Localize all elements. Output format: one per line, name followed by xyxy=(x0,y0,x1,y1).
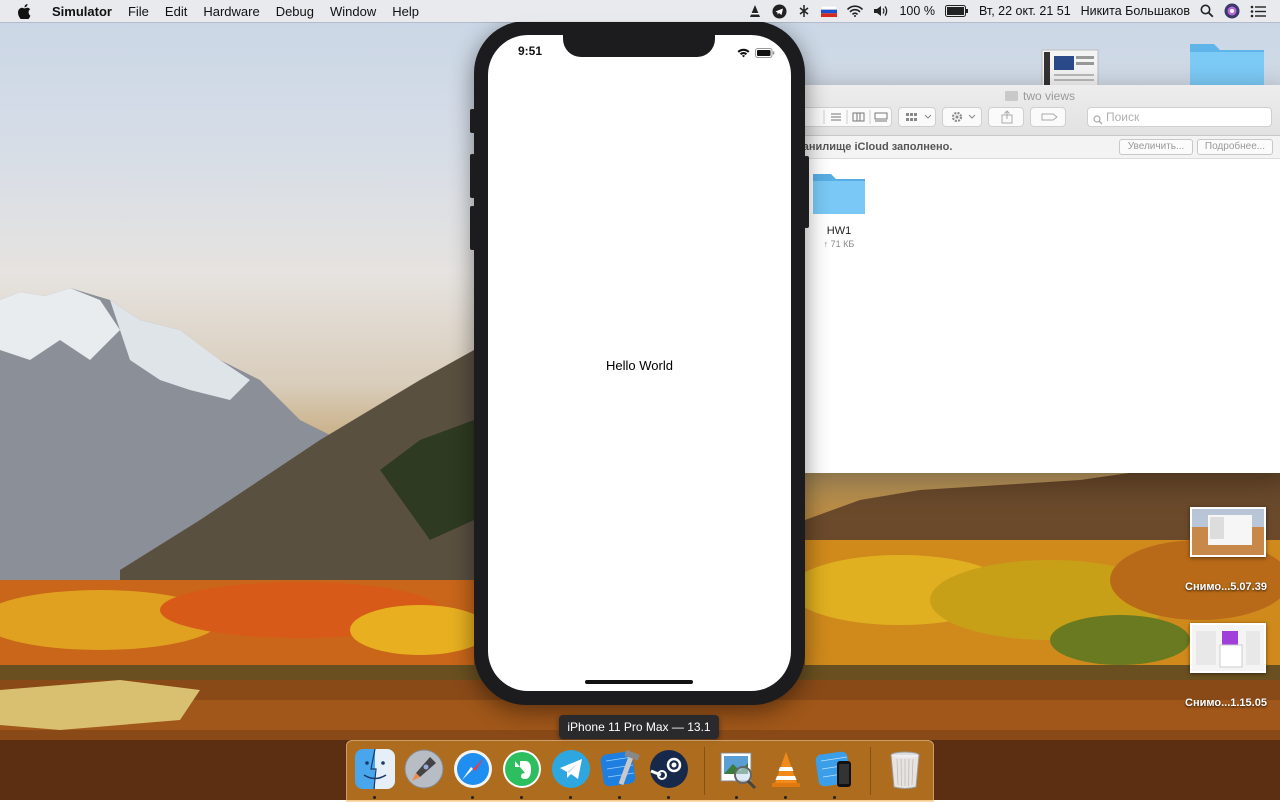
wifi-icon[interactable] xyxy=(842,5,868,17)
running-indicator xyxy=(833,796,836,799)
xcode-icon[interactable] xyxy=(598,747,642,791)
telegram-icon[interactable] xyxy=(549,747,593,791)
view-mode-segmented[interactable] xyxy=(800,107,892,127)
finder-title-text: two views xyxy=(1022,89,1075,103)
menu-edit[interactable]: Edit xyxy=(157,4,195,19)
icloud-storage-banner: ранилище iCloud заполнено. Увеличить... … xyxy=(790,136,1280,159)
dock-separator xyxy=(870,747,871,795)
hello-world-label: Hello World xyxy=(606,358,673,373)
side-button[interactable] xyxy=(804,156,809,228)
finder-window: two views Поиск ранилище iCloud заполнен… xyxy=(790,85,1280,473)
menu-bar: Simulator File Edit Hardware Debug Windo… xyxy=(0,0,1280,22)
finder-title: two views xyxy=(790,89,1280,103)
folder-item-name: HW1 xyxy=(826,225,852,237)
folder-item[interactable]: HW1 ↑ 71 КБ xyxy=(810,170,868,249)
menu-window[interactable]: Window xyxy=(322,4,384,19)
running-indicator xyxy=(520,796,523,799)
group-by-button[interactable] xyxy=(898,107,936,127)
tag-button[interactable] xyxy=(1030,107,1066,127)
finder-toolbar: two views Поиск xyxy=(790,85,1280,136)
dock-separator xyxy=(704,747,705,795)
telegram-status-icon[interactable] xyxy=(767,4,792,19)
icloud-message: ранилище iCloud заполнено. xyxy=(796,141,953,153)
battery-icon xyxy=(755,45,775,63)
running-indicator xyxy=(373,796,376,799)
running-indicator xyxy=(784,796,787,799)
running-indicator xyxy=(618,796,621,799)
menubar-datetime[interactable]: Вт, 22 окт. 21 51 xyxy=(974,4,1076,18)
evernote-icon[interactable] xyxy=(500,747,544,791)
vlc-status-icon[interactable] xyxy=(743,4,767,18)
dock xyxy=(346,740,934,802)
apple-menu-icon[interactable] xyxy=(18,3,32,19)
status-bar-time: 9:51 xyxy=(518,44,543,58)
spotlight-search-icon[interactable] xyxy=(1195,4,1219,18)
folder-icon xyxy=(813,174,865,214)
running-indicator xyxy=(735,796,738,799)
simulator-screen[interactable]: 9:51 Hello World xyxy=(488,35,791,691)
mute-switch[interactable] xyxy=(470,109,475,133)
home-indicator[interactable] xyxy=(585,680,693,684)
safari-icon[interactable] xyxy=(451,747,495,791)
volume-up-button[interactable] xyxy=(470,154,475,198)
battery-percent[interactable]: 100 % xyxy=(894,4,939,18)
iphone-simulator-device: 9:51 Hello World xyxy=(470,21,809,705)
volume-down-button[interactable] xyxy=(470,206,475,250)
action-gear-button[interactable] xyxy=(942,107,982,127)
desktop-screenshot-thumbnail[interactable] xyxy=(1190,507,1266,557)
launchpad-icon[interactable] xyxy=(402,747,446,791)
share-button[interactable] xyxy=(988,107,1024,127)
desktop-item-label[interactable]: Снимо...5.07.39 xyxy=(1176,581,1276,593)
icloud-more-button[interactable]: Подробнее... xyxy=(1197,139,1273,155)
folder-item-size: ↑ 71 КБ xyxy=(823,239,855,249)
preview-icon[interactable] xyxy=(715,747,759,791)
steam-icon[interactable] xyxy=(647,747,691,791)
menu-debug[interactable]: Debug xyxy=(268,4,322,19)
menubar-username[interactable]: Никита Большаков xyxy=(1076,4,1195,18)
simulator-icon[interactable] xyxy=(813,747,857,791)
trash-icon[interactable] xyxy=(883,747,927,791)
input-source-flag-icon[interactable] xyxy=(816,5,842,17)
menu-help[interactable]: Help xyxy=(384,4,427,19)
menu-app-name[interactable]: Simulator xyxy=(44,4,120,19)
volume-icon[interactable] xyxy=(868,5,894,17)
icloud-upgrade-button[interactable]: Увеличить... xyxy=(1119,139,1193,155)
menu-hardware[interactable]: Hardware xyxy=(195,4,267,19)
menu-extras: 100 % Вт, 22 окт. 21 51 Никита Большаков xyxy=(743,0,1280,22)
network-status-icon[interactable] xyxy=(792,4,816,18)
running-indicator xyxy=(569,796,572,799)
search-placeholder: Поиск xyxy=(1106,110,1140,124)
wifi-icon xyxy=(737,45,750,63)
status-bar-icons xyxy=(737,45,775,63)
running-indicator xyxy=(471,796,474,799)
finder-icon[interactable] xyxy=(353,747,397,791)
folder-title-icon xyxy=(1004,91,1018,101)
search-icon xyxy=(1093,112,1103,130)
finder-search-input[interactable]: Поиск xyxy=(1087,107,1272,127)
desktop-screenshot-thumbnail[interactable] xyxy=(1190,623,1266,673)
desktop-item-label[interactable]: Снимо...1.15.05 xyxy=(1176,697,1276,709)
vlc-icon[interactable] xyxy=(764,747,808,791)
device-name-tooltip: iPhone 11 Pro Max — 13.1 xyxy=(559,715,719,739)
battery-icon[interactable] xyxy=(940,5,974,17)
running-indicator xyxy=(667,796,670,799)
notification-center-icon[interactable] xyxy=(1245,5,1280,18)
siri-icon[interactable] xyxy=(1219,3,1245,19)
menu-file[interactable]: File xyxy=(120,4,157,19)
device-notch xyxy=(563,35,715,57)
